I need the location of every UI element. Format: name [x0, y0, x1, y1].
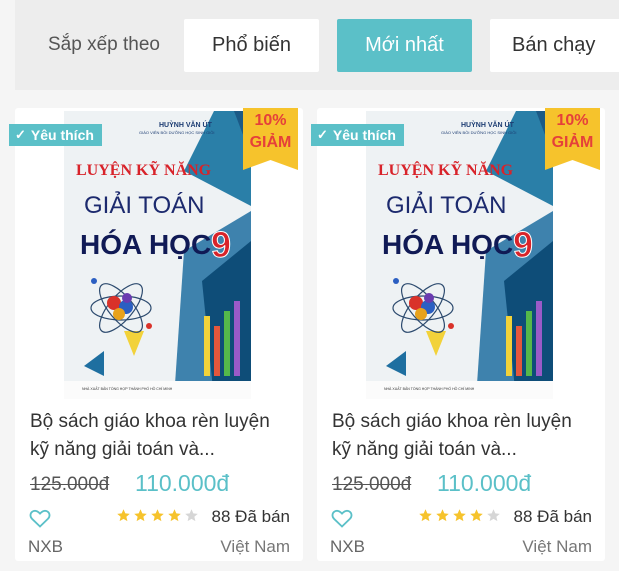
sold-count: 88 Đã bán	[513, 507, 592, 526]
discount-percent: 10%	[556, 112, 589, 129]
sort-bestselling-button[interactable]: Bán chạy	[489, 18, 619, 72]
book-cover-image[interactable]: HUỲNH VĂN ÚT GIÁO VIÊN BỒI DƯỠNG HỌC SIN…	[64, 111, 251, 399]
star-filled-icon	[419, 509, 432, 522]
origin: Việt Nam	[522, 537, 592, 556]
origin: Việt Nam	[220, 537, 290, 556]
star-empty-icon	[487, 509, 500, 522]
svg-text:LUYỆN KỸ NĂNG: LUYỆN KỸ NĂNG	[76, 159, 212, 179]
sort-newest-button[interactable]: Mới nhất	[336, 18, 472, 72]
sort-bar: Sắp xếp theo Phổ biến Mới nhất Bán chạy	[15, 0, 619, 90]
product-card[interactable]: HUỲNH VĂN ÚT GIÁO VIÊN BỒI DƯỠNG HỌC SIN…	[311, 108, 605, 561]
svg-text:GIẢI TOÁN: GIẢI TOÁN	[84, 190, 204, 219]
svg-text:GIÁO VIÊN BỒI DƯỠNG HỌC SINH G: GIÁO VIÊN BỒI DƯỠNG HỌC SINH GIỎI	[441, 130, 517, 135]
check-icon: ✓	[317, 127, 328, 142]
favorite-badge-label: Yêu thích	[332, 127, 396, 143]
sort-popular-button[interactable]: Phổ biến	[183, 18, 319, 72]
star-filled-icon	[151, 509, 164, 522]
star-filled-icon	[470, 509, 483, 522]
svg-text:NHÀ XUẤT BẢN TỔNG HỢP THÀNH PH: NHÀ XUẤT BẢN TỔNG HỢP THÀNH PHỐ HỒ CHÍ M…	[384, 386, 475, 391]
book-cover-art: HUỲNH VĂN ÚT GIÁO VIÊN BỒI DƯỠNG HỌC SIN…	[366, 111, 553, 399]
product-title[interactable]: Bộ sách giáo khoa rèn luyện kỹ năng giải…	[30, 408, 292, 464]
favorite-badge: ✓ Yêu thích	[311, 124, 404, 146]
favorite-badge-label: Yêu thích	[30, 127, 94, 143]
svg-text:HUỲNH VĂN ÚT: HUỲNH VĂN ÚT	[159, 120, 213, 129]
discount-badge: 10% GIẢM	[545, 108, 600, 170]
publisher: NXB	[330, 537, 365, 556]
discount-word: GIẢM	[551, 134, 594, 151]
product-title[interactable]: Bộ sách giáo khoa rèn luyện kỹ năng giải…	[332, 408, 594, 464]
star-filled-icon	[168, 509, 181, 522]
discount-word: GIẢM	[249, 134, 292, 151]
star-filled-icon	[117, 509, 130, 522]
publisher: NXB	[28, 537, 63, 556]
svg-text:HÓA HỌC: HÓA HỌC	[382, 229, 513, 260]
product-grid: HUỲNH VĂN ÚT GIÁO VIÊN BỒI DƯỠNG HỌC SIN…	[0, 108, 619, 571]
svg-text:NHÀ XUẤT BẢN TỔNG HỢP THÀNH PH: NHÀ XUẤT BẢN TỔNG HỢP THÀNH PHỐ HỒ CHÍ M…	[82, 386, 173, 391]
star-filled-icon	[436, 509, 449, 522]
star-filled-icon	[134, 509, 147, 522]
svg-text:GIÁO VIÊN BỒI DƯỠNG HỌC SINH G: GIÁO VIÊN BỒI DƯỠNG HỌC SINH GIỎI	[139, 130, 215, 135]
svg-text:9: 9	[513, 224, 533, 265]
sort-label: Sắp xếp theo	[48, 34, 160, 55]
star-empty-icon	[185, 509, 198, 522]
star-filled-icon	[453, 509, 466, 522]
rating-stars	[418, 508, 503, 523]
book-cover-image[interactable]: HUỲNH VĂN ÚT GIÁO VIÊN BỒI DƯỠNG HỌC SIN…	[366, 111, 553, 399]
rating-stars	[116, 508, 201, 523]
old-price: 125.000đ	[332, 474, 412, 495]
discount-percent: 10%	[254, 112, 287, 129]
heart-icon[interactable]	[330, 506, 354, 530]
favorite-badge: ✓ Yêu thích	[9, 124, 102, 146]
sale-price: 110.000đ	[135, 470, 230, 496]
product-card[interactable]: HUỲNH VĂN ÚT GIÁO VIÊN BỒI DƯỠNG HỌC SIN…	[9, 108, 303, 561]
check-icon: ✓	[15, 127, 26, 142]
svg-text:LUYỆN KỸ NĂNG: LUYỆN KỸ NĂNG	[378, 159, 514, 179]
svg-text:9: 9	[211, 224, 231, 265]
svg-text:HÓA HỌC: HÓA HỌC	[80, 229, 211, 260]
svg-text:GIẢI TOÁN: GIẢI TOÁN	[386, 190, 506, 219]
sale-price: 110.000đ	[437, 470, 532, 496]
old-price: 125.000đ	[30, 474, 110, 495]
discount-badge: 10% GIẢM	[243, 108, 298, 170]
svg-text:HUỲNH VĂN ÚT: HUỲNH VĂN ÚT	[461, 120, 515, 129]
sold-count: 88 Đã bán	[211, 507, 290, 526]
heart-icon[interactable]	[28, 506, 52, 530]
book-cover-art: HUỲNH VĂN ÚT GIÁO VIÊN BỒI DƯỠNG HỌC SIN…	[64, 111, 251, 399]
